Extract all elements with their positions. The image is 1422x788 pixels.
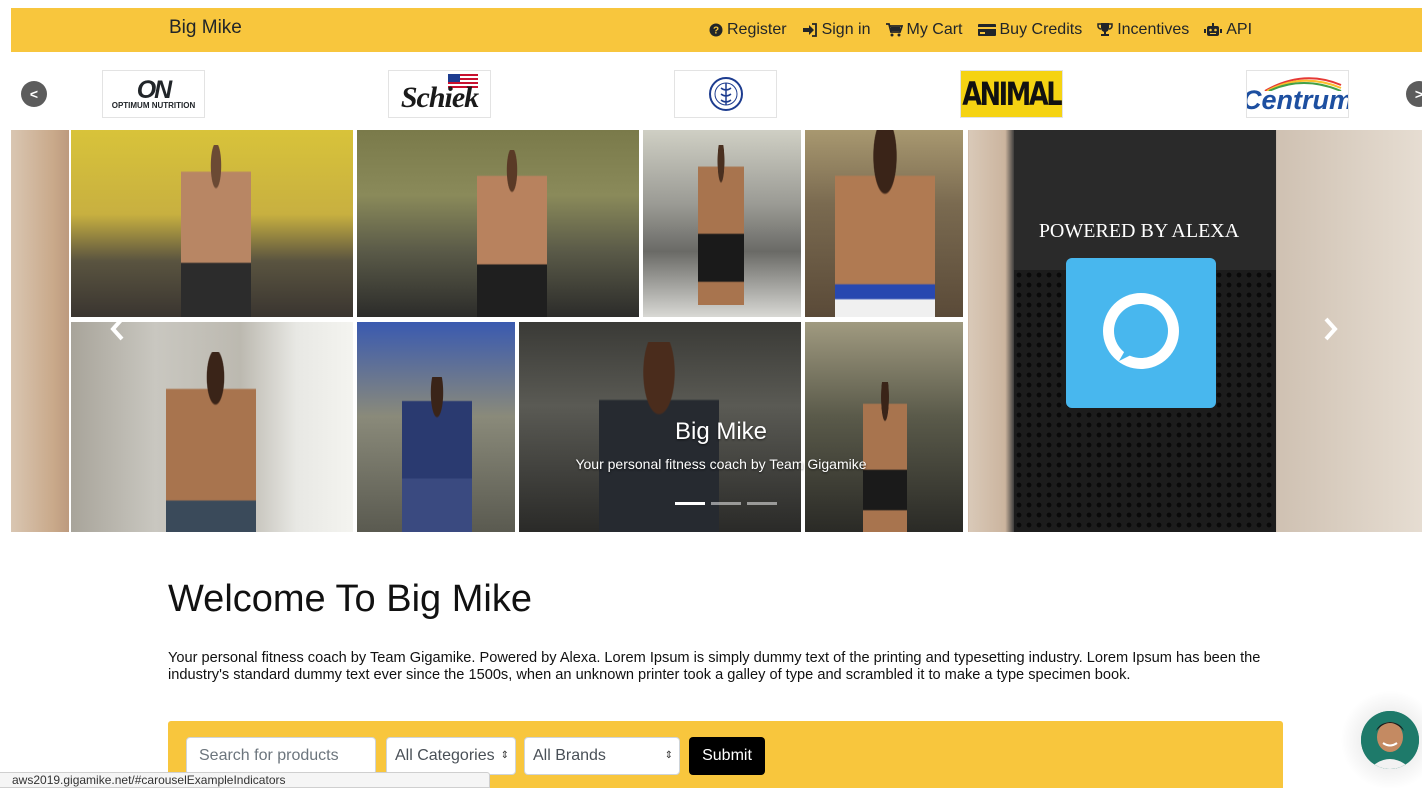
nav-my-cart-label: My Cart [906,21,963,38]
sign-in-icon [802,23,817,37]
carousel-caption: Big Mike Your personal fitness coach by … [451,418,991,472]
schiek-wordmark: Schiek [400,81,479,114]
search-input[interactable]: Search for products [186,737,376,775]
welcome-paragraph: Your personal fitness coach by Team Giga… [168,650,1261,683]
select-arrows-icon: ⇕ [664,750,673,761]
optimum-nutrition-subtitle: OPTIMUM NUTRITION [111,100,196,110]
chat-avatar-button[interactable] [1361,711,1419,769]
carousel-caption-text: Your personal fitness coach by Team Giga… [575,456,867,472]
alexa-panel: POWERED BY ALEXA [969,130,1422,532]
question-circle-icon: ? [709,23,723,37]
brand-logo-optimum-nutrition[interactable]: ON OPTIMUM NUTRITION [102,70,205,118]
avatar-icon [1361,711,1419,769]
carousel-prev-button[interactable] [109,316,125,349]
alexa-icon [1103,293,1179,369]
brand-select-value: All Brands [533,747,606,764]
collage-photo-4 [805,130,963,317]
collage-photo-3 [643,130,801,317]
optimum-nutrition-mark: ON [136,75,172,104]
nav-buy-credits-label: Buy Credits [999,21,1083,38]
brand-select[interactable]: All Brands ⇕ [524,737,680,775]
nav-api-label: API [1226,21,1253,38]
category-select-value: All Categories [395,747,495,764]
chevron-left-icon [110,317,124,341]
echo-speaker-top [1014,130,1276,270]
nav-incentives-label: Incentives [1117,21,1190,38]
submit-button[interactable]: Submit [689,737,765,775]
brand-logo-animal[interactable]: ANIMAL [960,70,1063,118]
carousel-caption-title: Big Mike [674,418,768,445]
nav-sign-in[interactable]: Sign in [802,21,871,39]
svg-text:?: ? [713,26,719,37]
top-navbar: Big Mike ? Register Sign in My Cart Buy … [11,8,1422,52]
hero-carousel: POWERED BY ALEXA Big Mike Your personal … [11,130,1422,532]
brand-logo-strip: < ON OPTIMUM NUTRITION Schiek ANIMAL Cen… [0,60,1422,124]
page: Big Mike ? Register Sign in My Cart Buy … [0,0,1422,788]
carousel-next-button[interactable] [1323,316,1339,349]
collage-photo-1 [71,130,353,317]
trophy-icon [1097,23,1113,36]
alexa-logo [1066,258,1216,408]
select-arrows-icon: ⇕ [500,750,509,761]
nav-register-label: Register [727,21,787,38]
brand-logo-centrum[interactable]: Centrum [1246,70,1349,118]
nav-buy-credits[interactable]: Buy Credits [977,21,1083,39]
carousel-indicator-1[interactable] [675,502,705,505]
animal-wordmark: ANIMAL [962,75,1062,113]
nav-incentives[interactable]: Incentives [1097,21,1189,39]
nav-my-cart[interactable]: My Cart [885,21,963,39]
category-select[interactable]: All Categories ⇕ [386,737,516,775]
emblem-icon [708,77,743,111]
collage-photo-2 [357,130,639,317]
browser-status-bar: aws2019.gigamike.net/#carouselExampleInd… [0,772,490,788]
brand-strip-prev-button[interactable]: < [21,81,47,107]
nav-register[interactable]: ? Register [709,21,787,39]
carousel-indicator-2[interactable] [711,502,741,505]
carousel-indicator-3[interactable] [747,502,777,505]
nav-api[interactable]: API [1204,21,1252,39]
carousel-indicators [675,502,783,505]
welcome-heading: Welcome To Big Mike [168,578,532,620]
nav-sign-in-label: Sign in [821,21,871,38]
alexa-title: POWERED BY ALEXA [1038,220,1240,242]
centrum-wordmark: Centrum [1246,84,1349,115]
robot-icon [1204,23,1223,36]
nav-links: ? Register Sign in My Cart Buy Credits I… [709,8,1267,52]
cart-icon [885,23,903,37]
brand-strip-next-button[interactable]: > [1406,81,1422,107]
brand-logo-schiek[interactable]: Schiek [388,70,491,118]
brand-link[interactable]: Big Mike [169,17,242,39]
brand-logo-emblem[interactable] [674,70,777,118]
credit-card-icon [977,24,996,36]
collage-photo-5 [71,322,353,532]
chevron-right-icon [1324,317,1338,341]
